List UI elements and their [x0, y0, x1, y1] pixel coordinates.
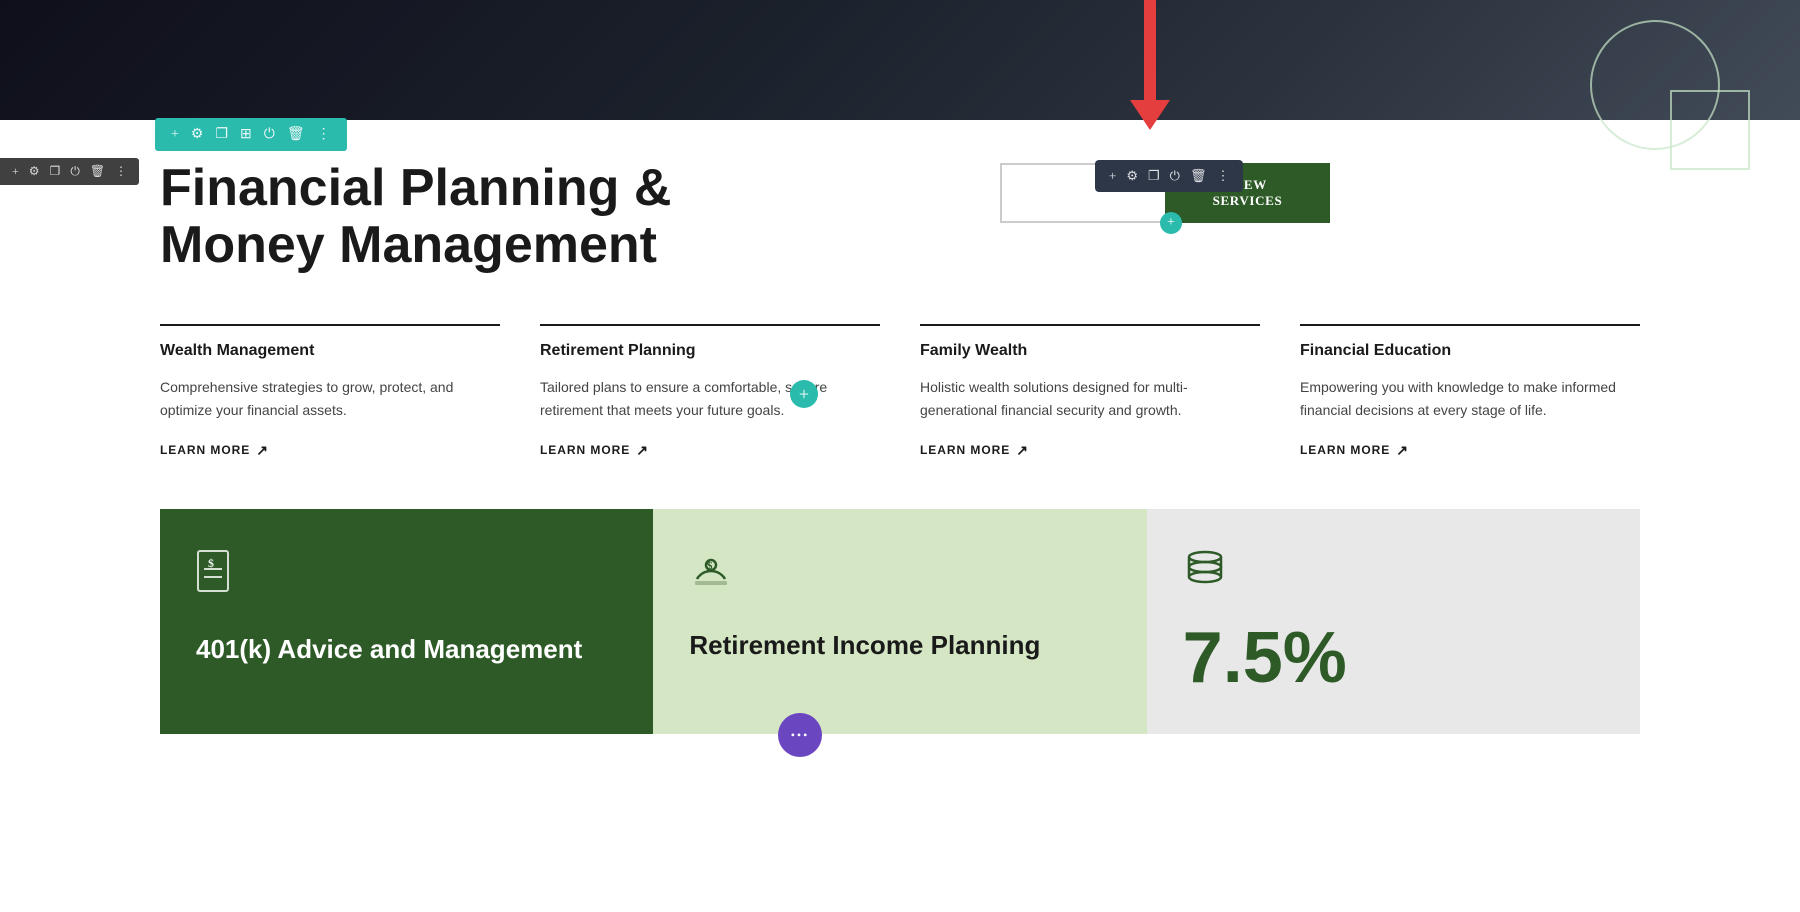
service-desc-education: Empowering you with knowledge to make in…	[1300, 376, 1640, 421]
power-icon[interactable]: ⏻	[264, 127, 275, 143]
learn-more-education[interactable]: LEARN MORE ↗	[1300, 442, 1409, 459]
service-card-wealth: Wealth Management Comprehensive strategi…	[160, 324, 500, 459]
card-title-retirement-income: Retirement Income Planning	[689, 630, 1110, 661]
card-icon-retirement-income: $	[689, 549, 1110, 602]
plus-icon[interactable]: +	[171, 127, 179, 143]
card-retirement-income: $ Retirement Income Planning	[653, 509, 1146, 734]
service-desc-wealth: Comprehensive strategies to grow, protec…	[160, 376, 500, 421]
page-title: Financial Planning & Money Management	[160, 160, 710, 274]
svg-text:$: $	[707, 560, 713, 572]
learn-more-arrow-wealth: ↗	[256, 442, 269, 459]
trash-icon-2[interactable]: 🗑	[90, 164, 105, 179]
service-desc-retirement: Tailored plans to ensure a comfortable, …	[540, 376, 880, 421]
decorative-rect	[1670, 90, 1750, 170]
trash-icon[interactable]: 🗑	[287, 126, 305, 143]
ft-trash-icon[interactable]: 🗑	[1190, 168, 1207, 184]
copy-icon[interactable]: ❐	[215, 126, 228, 143]
floating-toolbar: + ⚙ ❐ ⏻ 🗑 ⋮	[1095, 160, 1243, 192]
ft-dots-icon[interactable]: ⋮	[1216, 168, 1229, 184]
gear-icon-2[interactable]: ⚙	[29, 164, 40, 179]
bottom-cards: $ 401(k) Advice and Management $ Retirem…	[160, 509, 1640, 734]
service-title-wealth: Wealth Management	[160, 342, 500, 360]
second-toolbar: + ⚙ ❐ ⏻ 🗑 ⋮	[0, 158, 139, 185]
plus-icon-2[interactable]: +	[12, 164, 19, 179]
red-arrow	[1130, 0, 1170, 130]
services-grid: Wealth Management Comprehensive strategi…	[160, 314, 1640, 459]
chat-bubble[interactable]	[778, 713, 822, 757]
svg-text:$: $	[208, 556, 214, 570]
arrow-shaft	[1144, 0, 1156, 100]
ft-gear-icon[interactable]: ⚙	[1126, 168, 1138, 184]
learn-more-arrow-education: ↗	[1396, 442, 1409, 459]
main-content: Financial Planning & Money Management + …	[0, 120, 1800, 912]
service-desc-family: Holistic wealth solutions designed for m…	[920, 376, 1260, 421]
service-title-retirement: Retirement Planning	[540, 342, 880, 360]
card-title-401k: 401(k) Advice and Management	[196, 634, 617, 665]
arrow-head	[1130, 100, 1170, 130]
service-card-family: Family Wealth Holistic wealth solutions …	[920, 324, 1260, 459]
dots-icon-2[interactable]: ⋮	[115, 164, 127, 179]
add-section-button[interactable]: +	[790, 380, 818, 408]
dots-icon[interactable]: ⋮	[317, 126, 331, 143]
gear-icon[interactable]: ⚙	[191, 126, 204, 143]
grid-icon[interactable]: ⊞	[240, 126, 252, 143]
card-stat-value: 7.5%	[1183, 622, 1604, 694]
learn-more-wealth[interactable]: LEARN MORE ↗	[160, 442, 269, 459]
power-icon-2[interactable]: ⏻	[70, 164, 80, 179]
add-block-button-small[interactable]: +	[1160, 212, 1182, 234]
learn-more-family[interactable]: LEARN MORE ↗	[920, 442, 1029, 459]
service-title-family: Family Wealth	[920, 342, 1260, 360]
top-toolbar: + ⚙ ❐ ⊞ ⏻ 🗑 ⋮	[155, 118, 347, 151]
card-stat: 7.5%	[1147, 509, 1640, 734]
card-401k: $ 401(k) Advice and Management	[160, 509, 653, 734]
service-card-education: Financial Education Empowering you with …	[1300, 324, 1640, 459]
learn-more-retirement[interactable]: LEARN MORE ↗	[540, 442, 649, 459]
learn-more-arrow-family: ↗	[1016, 442, 1029, 459]
copy-icon-2[interactable]: ❐	[50, 164, 61, 179]
ft-plus-icon[interactable]: +	[1109, 168, 1116, 184]
service-card-retirement: Retirement Planning Tailored plans to en…	[540, 324, 880, 459]
learn-more-arrow-retirement: ↗	[636, 442, 649, 459]
card-icon-stat	[1183, 549, 1604, 594]
ft-copy-icon[interactable]: ❐	[1148, 168, 1160, 184]
card-icon-401k: $	[196, 549, 617, 606]
service-title-education: Financial Education	[1300, 342, 1640, 360]
ft-power-icon[interactable]: ⏻	[1170, 168, 1180, 184]
